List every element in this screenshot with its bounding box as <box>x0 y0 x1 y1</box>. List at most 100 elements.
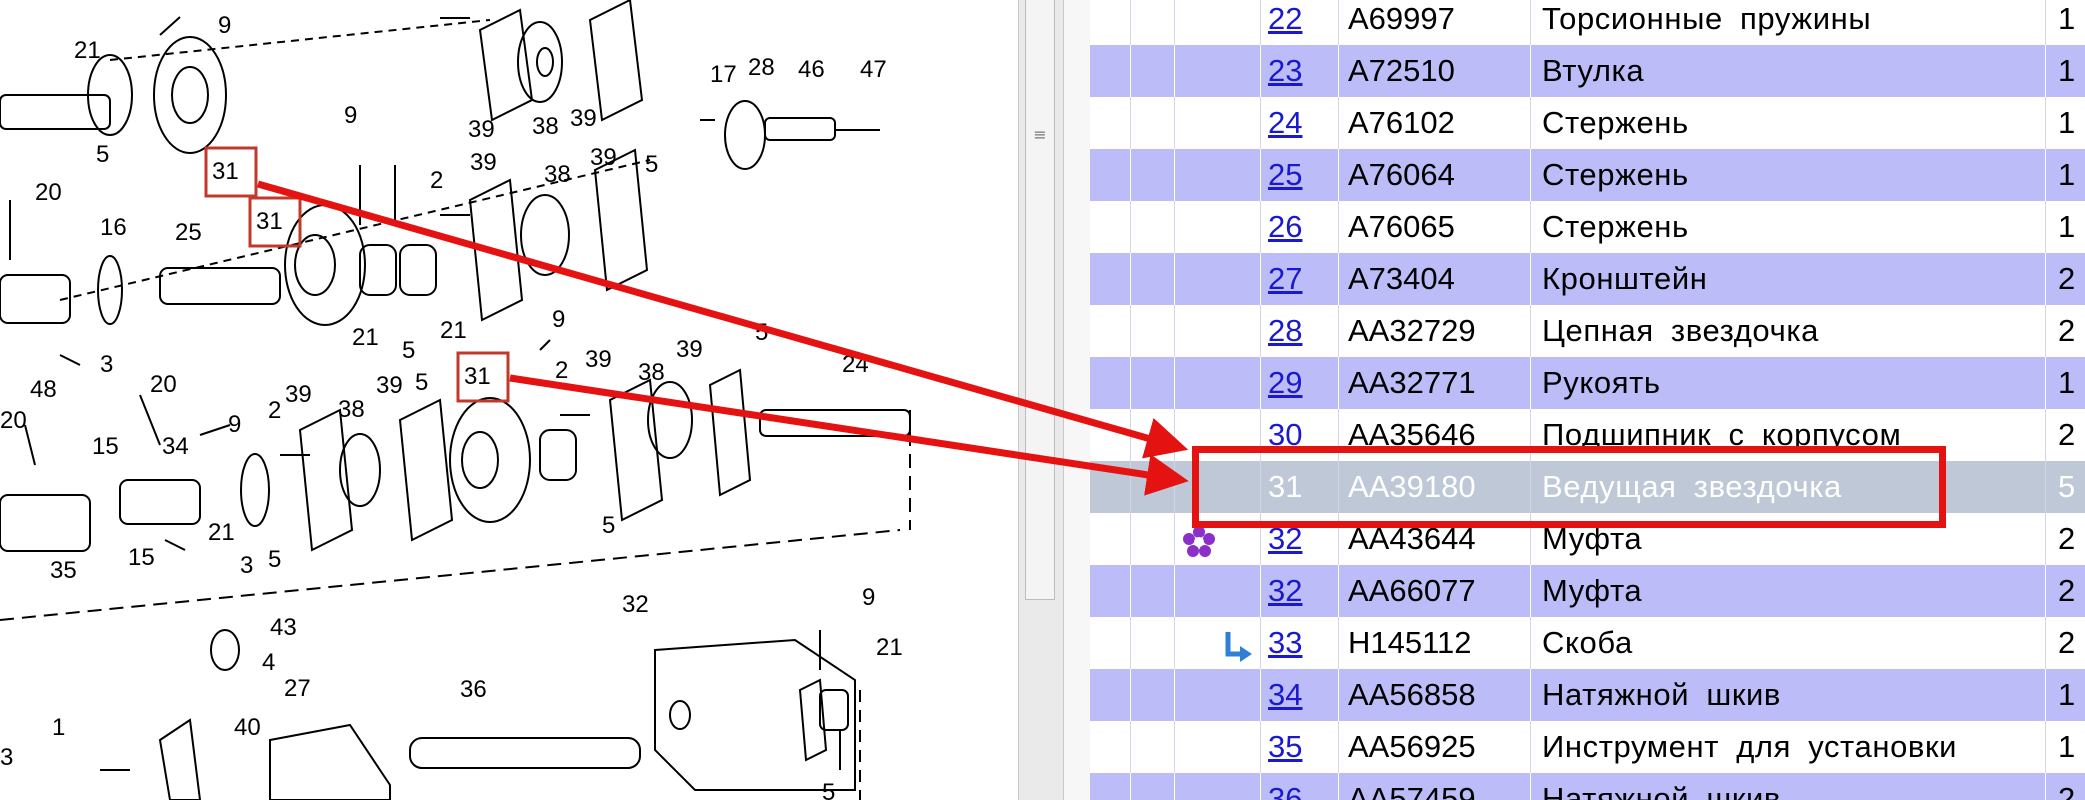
table-row[interactable]: 23 A72510 Втулка 1 <box>1090 45 2085 97</box>
svg-text:31: 31 <box>212 158 239 185</box>
column-divider <box>2045 201 2046 253</box>
column-divider <box>1530 149 1531 201</box>
column-divider <box>1260 721 1261 773</box>
svg-text:34: 34 <box>162 433 189 460</box>
svg-text:24: 24 <box>842 351 869 378</box>
svg-text:39: 39 <box>570 105 597 132</box>
column-divider <box>1174 773 1175 800</box>
part-position-cell: 28 <box>1268 305 1302 357</box>
column-divider <box>1174 149 1175 201</box>
table-row[interactable]: 33 H145112 Скоба 2 <box>1090 617 2085 669</box>
part-name-cell: Втулка <box>1542 53 1645 88</box>
table-row[interactable]: 35 AA56925 Инструмент для установки 1 <box>1090 721 2085 773</box>
column-divider <box>1130 617 1131 669</box>
part-qty-cell: 1 <box>2058 53 2076 88</box>
column-divider <box>1130 253 1131 305</box>
svg-text:5: 5 <box>96 141 109 168</box>
exploded-parts-diagram[interactable]: 9 21 5 17 28 46 47 39 38 39 9 20 2 39 38… <box>0 0 1018 800</box>
part-number-link[interactable]: 32 <box>1268 573 1302 608</box>
column-divider <box>1530 565 1531 617</box>
column-divider <box>1338 149 1339 201</box>
splitter-grip-icon[interactable]: ≡ <box>1032 124 1048 146</box>
svg-text:39: 39 <box>470 149 497 176</box>
column-divider <box>1130 669 1131 721</box>
column-divider <box>1338 773 1339 800</box>
part-number-link[interactable]: 34 <box>1268 677 1302 712</box>
part-name-cell: Стержень <box>1542 157 1689 192</box>
part-number-link[interactable]: 29 <box>1268 365 1302 400</box>
part-number-link[interactable]: 33 <box>1268 625 1302 660</box>
part-qty-cell: 1 <box>2058 105 2076 140</box>
column-divider <box>1260 357 1261 409</box>
part-code-cell: A72510 <box>1348 53 1455 88</box>
part-outlines <box>0 0 911 800</box>
part-number-link[interactable]: 28 <box>1268 313 1302 348</box>
parts-table: 22 A69997 Торсионные пружины 1 23 A72510 Втулк… <box>1090 0 2085 800</box>
part-position-cell: 24 <box>1268 97 1302 149</box>
table-row[interactable]: 29 AA32771 Рукоять 1 <box>1090 357 2085 409</box>
highlighted-callouts <box>204 146 510 403</box>
svg-text:21: 21 <box>352 324 379 351</box>
part-position-cell: 27 <box>1268 253 1302 305</box>
part-number-link[interactable]: 24 <box>1268 105 1302 140</box>
column-divider <box>1260 45 1261 97</box>
table-row[interactable]: 26 A76065 Стержень 1 <box>1090 201 2085 253</box>
part-position-cell: 34 <box>1268 669 1302 721</box>
svg-text:43: 43 <box>270 614 297 641</box>
part-code-cell: AA32771 <box>1348 365 1476 400</box>
svg-text:2: 2 <box>268 397 281 424</box>
part-number-link[interactable]: 22 <box>1268 1 1302 36</box>
part-code-cell: A76065 <box>1348 209 1455 244</box>
part-code-cell: AA57459 <box>1348 781 1476 800</box>
svg-text:5: 5 <box>645 151 658 178</box>
column-divider <box>1174 305 1175 357</box>
column-divider <box>1338 45 1339 97</box>
svg-text:5: 5 <box>268 546 281 573</box>
column-divider <box>1174 409 1175 461</box>
diagram-drawing: 9 21 5 17 28 46 47 39 38 39 9 20 2 39 38… <box>0 0 911 800</box>
part-name-cell: Муфта <box>1542 573 1643 608</box>
svg-text:3: 3 <box>100 351 113 378</box>
flower-icon <box>1182 523 1216 557</box>
column-divider <box>1530 721 1531 773</box>
pane-splitter[interactable]: ≡ <box>1018 0 1064 800</box>
column-divider <box>1338 669 1339 721</box>
selected-row-highlight <box>1192 446 1946 528</box>
column-divider <box>1530 669 1531 721</box>
part-number-link[interactable]: 27 <box>1268 261 1302 296</box>
svg-text:38: 38 <box>544 161 571 188</box>
part-position-cell: 25 <box>1268 149 1302 201</box>
part-name-cell: Рукоять <box>1542 365 1661 400</box>
column-divider <box>1130 461 1131 513</box>
table-row[interactable]: 36 AA57459 Натяжной шкив 2 <box>1090 773 2085 800</box>
vertical-scrollbar-thumb[interactable] <box>1025 0 1055 600</box>
part-qty-cell: 1 <box>2058 677 2076 712</box>
part-qty-cell: 2 <box>2058 261 2076 296</box>
part-code-cell: AA56925 <box>1348 729 1476 764</box>
column-divider <box>1260 617 1261 669</box>
column-divider <box>2045 409 2046 461</box>
svg-text:2: 2 <box>430 167 443 194</box>
part-number-link[interactable]: 23 <box>1268 53 1302 88</box>
table-row[interactable]: 28 AA32729 Цепная звездочка 2 <box>1090 305 2085 357</box>
part-number-link[interactable]: 36 <box>1268 781 1302 800</box>
part-number-link[interactable]: 35 <box>1268 729 1302 764</box>
column-divider <box>1130 773 1131 800</box>
part-number-link[interactable]: 26 <box>1268 209 1302 244</box>
svg-text:40: 40 <box>234 714 261 741</box>
part-number-link[interactable]: 25 <box>1268 157 1302 192</box>
column-divider <box>1130 513 1131 565</box>
column-divider <box>1130 305 1131 357</box>
column-divider <box>1130 357 1131 409</box>
column-divider <box>2045 0 2046 45</box>
part-name-cell: Цепная звездочка <box>1542 313 1820 348</box>
svg-text:38: 38 <box>338 396 365 423</box>
table-row[interactable]: 34 AA56858 Натяжной шкив 1 <box>1090 669 2085 721</box>
table-row[interactable]: 22 A69997 Торсионные пружины 1 <box>1090 0 2085 45</box>
table-row[interactable]: 24 A76102 Стержень 1 <box>1090 97 2085 149</box>
svg-text:39: 39 <box>285 381 312 408</box>
table-row[interactable]: 32 AA66077 Муфта 2 <box>1090 565 2085 617</box>
column-divider <box>1338 721 1339 773</box>
table-row[interactable]: 27 A73404 Кронштейн 2 <box>1090 253 2085 305</box>
table-row[interactable]: 25 A76064 Стержень 1 <box>1090 149 2085 201</box>
